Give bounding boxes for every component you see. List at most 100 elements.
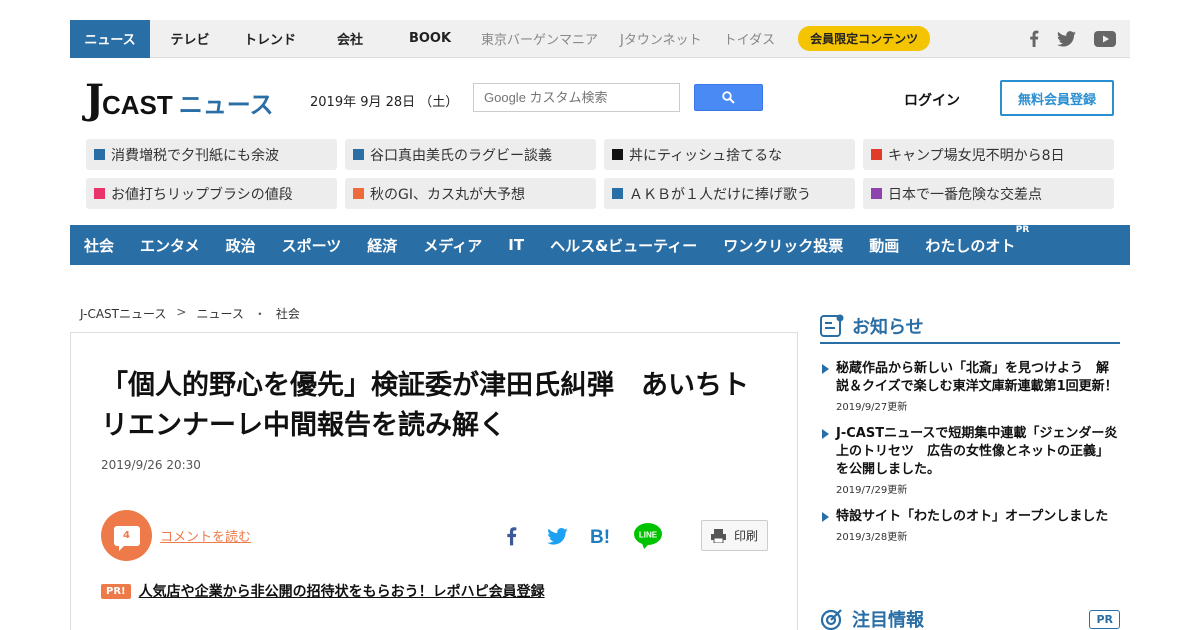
topic-color-square	[612, 188, 623, 199]
hatena-bookmark-icon: B!	[590, 527, 610, 546]
topnav-company[interactable]: 会社	[310, 20, 390, 58]
read-comments-link[interactable]: コメントを読む	[160, 526, 251, 545]
attention-heading-label: 注目情報	[852, 610, 924, 630]
comment-button[interactable]: 4	[101, 510, 152, 561]
breadcrumb-separator: ・	[253, 307, 266, 321]
twitter-icon[interactable]	[1057, 30, 1076, 47]
topic-label: 谷口真由美氏のラグビー談義	[370, 147, 552, 164]
topic-color-square	[871, 149, 882, 160]
twitter-icon	[546, 527, 568, 545]
notice-heading-label: お知らせ	[852, 317, 924, 338]
notice-item[interactable]: 秘蔵作品から新しい「北斎」を見つけよう 解説＆クイズで楽しむ東洋文庫新連載第1回…	[820, 360, 1120, 413]
topic-label: ＡＫＢが１人だけに捧げ歌う	[629, 186, 811, 203]
category-media[interactable]: メディア	[423, 235, 482, 256]
breadcrumb: J-CASTニュース > ニュース ・ 社会	[80, 305, 300, 322]
jcast-logo[interactable]: J CAST ニュース	[85, 80, 274, 121]
pr-label: PR	[1015, 224, 1030, 235]
article-card: 「個人的野心を優先」検証委が津田氏糾弾 あいちトリエンナーレ中間報告を読み解く …	[70, 332, 798, 630]
notice-list: 秘蔵作品から新しい「北斎」を見つけよう 解説＆クイズで楽しむ東洋文庫新連載第1回…	[820, 360, 1120, 555]
notice-icon	[820, 314, 844, 337]
topnav-trend[interactable]: トレンド	[230, 20, 310, 58]
category-nav: 社会 エンタメ 政治 スポーツ 経済 メディア IT ヘルス&ビューティー ワン…	[70, 225, 1130, 265]
topic-label: お値打ちリップブラシの値段	[111, 186, 293, 203]
facebook-icon	[506, 527, 516, 546]
youtube-icon[interactable]	[1094, 30, 1116, 47]
hatena-bookmark-button[interactable]: B!	[589, 521, 615, 551]
line-icon: LINE	[634, 523, 662, 549]
notice-date: 2019/3/28更新	[836, 532, 908, 543]
breadcrumb-news[interactable]: ニュース	[196, 305, 243, 322]
topnav-news[interactable]: ニュース	[70, 19, 150, 58]
pr-badge: PR	[1089, 609, 1120, 629]
topnav-toidasu[interactable]: トイダス	[713, 20, 786, 58]
topic-item[interactable]: 丼にティッシュ捨てるな	[604, 139, 855, 170]
topnav-tv[interactable]: テレビ	[150, 20, 230, 58]
social-links	[1029, 30, 1130, 47]
breadcrumb-home[interactable]: J-CASTニュース	[80, 305, 166, 322]
register-button[interactable]: 無料会員登録	[1000, 80, 1114, 116]
category-one-click-vote[interactable]: ワンクリック投票	[723, 235, 843, 256]
search-button[interactable]	[694, 84, 763, 111]
article-date: 2019/9/26 20:30	[101, 458, 201, 472]
notice-heading: お知らせ	[820, 310, 1120, 344]
topic-color-square	[94, 149, 105, 160]
breadcrumb-separator: >	[176, 305, 187, 319]
topnav-jtown[interactable]: Jタウンネット	[609, 20, 713, 58]
target-icon	[820, 609, 842, 630]
line-share-button[interactable]: LINE	[633, 521, 663, 551]
twitter-share-button[interactable]	[544, 521, 570, 551]
triangle-bullet-icon	[822, 512, 829, 522]
topic-label: キャンプ場女児不明から8日	[888, 147, 1065, 164]
today-date: 2019年 9月 28日 （土）	[310, 95, 459, 110]
facebook-share-button[interactable]	[499, 521, 523, 551]
category-health-beauty[interactable]: ヘルス&ビューティー	[550, 235, 697, 256]
topic-item[interactable]: 秋のGI、カス丸が大予想	[345, 178, 596, 209]
topic-item[interactable]: ＡＫＢが１人だけに捧げ歌う	[604, 178, 855, 209]
topic-label: 日本で一番危険な交差点	[888, 186, 1042, 203]
topic-color-square	[353, 149, 364, 160]
pr-tag: PR!	[101, 583, 131, 599]
print-button[interactable]: 印刷	[701, 520, 768, 551]
facebook-icon[interactable]	[1029, 30, 1039, 47]
breadcrumb-society[interactable]: 社会	[276, 305, 300, 322]
category-entertainment[interactable]: エンタメ	[140, 235, 200, 256]
topic-color-square	[353, 188, 364, 199]
logo-news: ニュース	[178, 91, 274, 119]
notice-item[interactable]: 特設サイト「わたしのオト」オープンしました 2019/3/28更新	[820, 508, 1120, 543]
topic-color-square	[94, 188, 105, 199]
attention-heading: 注目情報 PR	[820, 605, 1120, 630]
category-economy[interactable]: 経済	[367, 235, 397, 256]
topnav-bargain[interactable]: 東京バーゲンマニア	[470, 20, 609, 58]
notice-text: 特設サイト「わたしのオト」オープンしました	[836, 509, 1109, 524]
search-input[interactable]	[473, 83, 680, 112]
topic-item[interactable]: キャンプ場女児不明から8日	[863, 139, 1114, 170]
topic-item[interactable]: 消費増税で夕刊紙にも余波	[86, 139, 337, 170]
category-politics[interactable]: 政治	[226, 235, 256, 256]
pr-row: PR! 人気店や企業から非公開の招待状をもらおう！レポハピ会員登録	[101, 581, 545, 601]
category-it[interactable]: IT	[508, 236, 524, 254]
member-content-badge[interactable]: 会員限定コンテンツ	[798, 26, 931, 51]
article-title: 「個人的野心を優先」検証委が津田氏糾弾 あいちトリエンナーレ中間報告を読み解く	[101, 370, 749, 441]
category-watashi-no-oto[interactable]: わたしのオト PR	[925, 225, 1029, 256]
notice-item[interactable]: J-CASTニュースで短期集中連載「ジェンダー炎上のトリセツ 広告の女性像とネッ…	[820, 425, 1120, 496]
topic-item[interactable]: 谷口真由美氏のラグビー談義	[345, 139, 596, 170]
svg-text:LINE: LINE	[639, 531, 658, 540]
search-icon	[722, 91, 735, 104]
login-link[interactable]: ログイン	[904, 90, 960, 110]
topic-list: 消費増税で夕刊紙にも余波 谷口真由美氏のラグビー談義 丼にティッシュ捨てるな キ…	[86, 139, 1114, 209]
category-watashi-no-oto-label: わたしのオト	[925, 236, 1016, 255]
notice-text: 秘蔵作品から新しい「北斎」を見つけよう 解説＆クイズで楽しむ東洋文庫新連載第1回…	[836, 361, 1118, 394]
topic-item[interactable]: お値打ちリップブラシの値段	[86, 178, 337, 209]
category-video[interactable]: 動画	[869, 235, 899, 256]
category-sports[interactable]: スポーツ	[282, 235, 342, 256]
topic-item[interactable]: 日本で一番危険な交差点	[863, 178, 1114, 209]
category-society[interactable]: 社会	[84, 235, 114, 256]
pr-link[interactable]: 人気店や企業から非公開の招待状をもらおう！レポハピ会員登録	[139, 581, 545, 601]
top-nav: ニュース テレビ トレンド 会社 BOOK 東京バーゲンマニア Jタウンネット …	[70, 19, 1130, 58]
topic-color-square	[871, 188, 882, 199]
notice-date: 2019/9/27更新	[836, 402, 908, 413]
comment-icon: 4	[113, 525, 140, 551]
topnav-book[interactable]: BOOK	[390, 20, 470, 58]
topic-label: 秋のGI、カス丸が大予想	[370, 186, 525, 203]
notice-date: 2019/7/29更新	[836, 485, 908, 496]
